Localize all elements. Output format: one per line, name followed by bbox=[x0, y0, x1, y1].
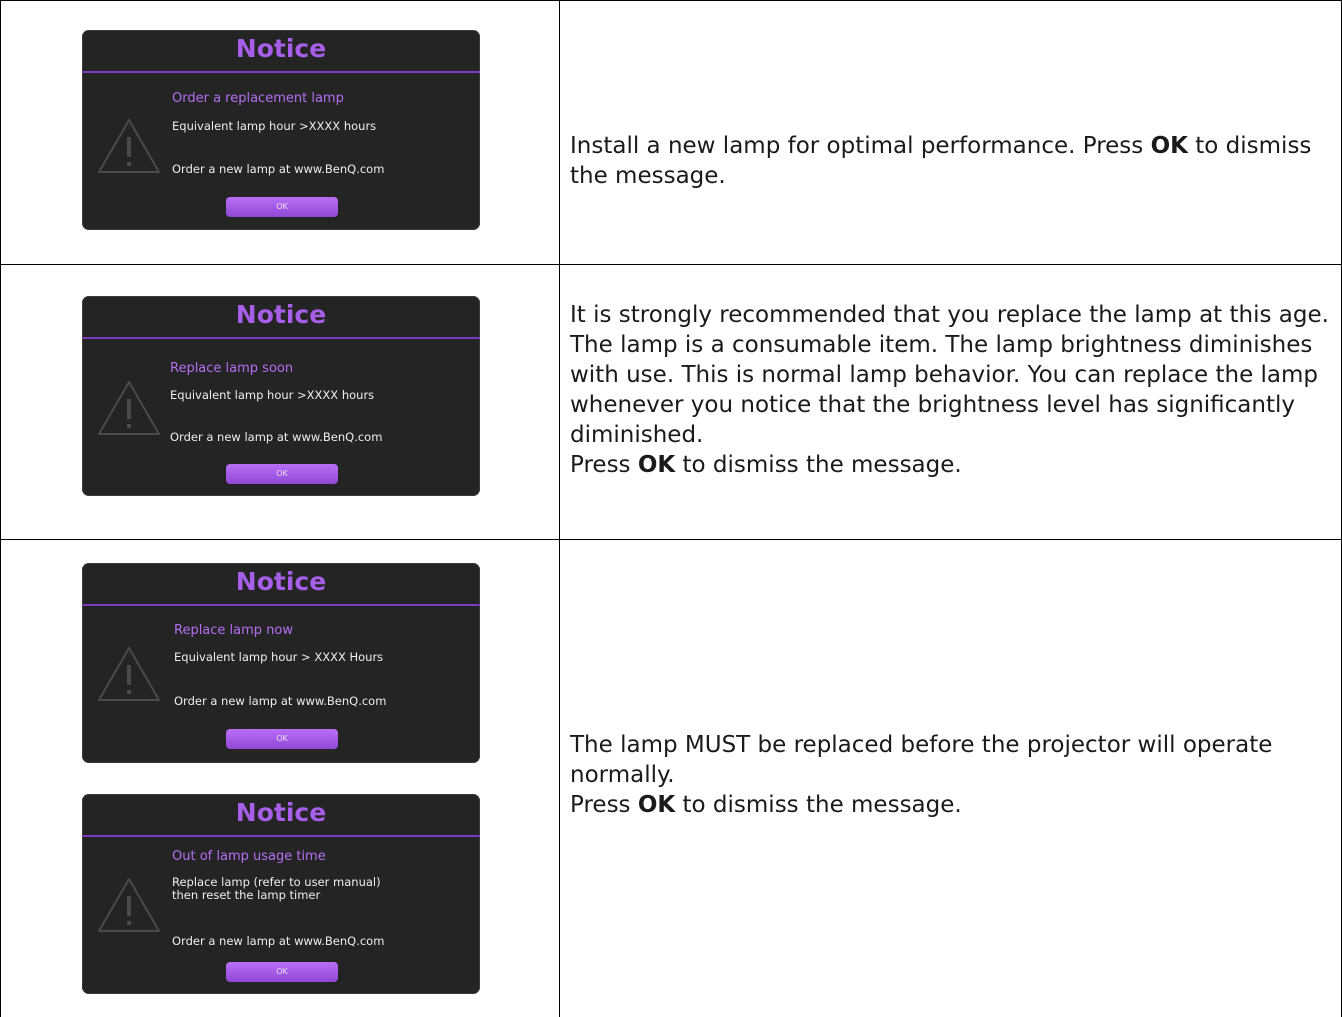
warning-icon bbox=[98, 381, 160, 435]
notice-lamp-hours: Equivalent lamp hour >XXXX hours bbox=[172, 119, 377, 133]
ok-button[interactable]: OK bbox=[226, 197, 338, 217]
notice-subtitle: Order a replacement lamp bbox=[172, 91, 344, 106]
description-text: Press bbox=[570, 792, 638, 818]
notice-divider bbox=[82, 337, 480, 339]
notice-order-text: Order a new lamp at www.BenQ.com bbox=[172, 934, 385, 948]
warning-icon bbox=[98, 119, 160, 173]
notice-divider bbox=[82, 71, 480, 73]
notice-dialog-out-of-lamp-time: Notice Out of lamp usage time Replace la… bbox=[82, 794, 480, 994]
notice-divider bbox=[82, 835, 480, 837]
description-text: to dismiss the message. bbox=[675, 792, 962, 818]
notice-subtitle: Replace lamp now bbox=[174, 623, 294, 638]
notice-lamp-hours: Equivalent lamp hour >XXXX hours bbox=[170, 388, 375, 402]
notice-dialog-replace-soon: Notice Replace lamp soon Equivalent lamp… bbox=[82, 296, 480, 496]
description-row-3: The lamp MUST be replaced before the pro… bbox=[570, 730, 1335, 820]
ok-key-label: OK bbox=[637, 792, 676, 818]
notice-order-text: Order a new lamp at www.BenQ.com bbox=[172, 162, 385, 176]
table-row-divider bbox=[0, 264, 1342, 265]
dismiss-instruction: Press OK to dismiss the message. bbox=[570, 450, 1330, 480]
notice-order-text: Order a new lamp at www.BenQ.com bbox=[174, 694, 387, 708]
table-border-top bbox=[0, 0, 1342, 1]
warning-icon bbox=[98, 878, 160, 932]
ok-key-label: OK bbox=[1150, 133, 1188, 159]
notice-title: Notice bbox=[235, 34, 327, 63]
description-text: It is strongly recommended that you repl… bbox=[570, 302, 1329, 448]
notice-title: Notice bbox=[235, 567, 327, 596]
description-row-2: It is strongly recommended that you repl… bbox=[570, 300, 1330, 480]
description-text: Install a new lamp for optimal performan… bbox=[570, 133, 1151, 159]
description-row-1: Install a new lamp for optimal performan… bbox=[570, 131, 1335, 191]
notice-lamp-hours: Equivalent lamp hour > XXXX Hours bbox=[174, 650, 384, 664]
table-row-divider bbox=[0, 539, 1342, 540]
notice-divider bbox=[82, 604, 480, 606]
dismiss-instruction: Press OK to dismiss the message. bbox=[570, 790, 1335, 820]
notice-subtitle: Replace lamp soon bbox=[170, 361, 294, 376]
notice-dialog-order-replacement: Notice Order a replacement lamp Equivale… bbox=[82, 30, 480, 230]
notice-title: Notice bbox=[235, 798, 327, 827]
notice-dialog-replace-now: Notice Replace lamp now Equivalent lamp … bbox=[82, 563, 480, 763]
table-column-divider bbox=[559, 0, 560, 1017]
notice-instruction-line: then reset the lamp timer bbox=[172, 888, 321, 902]
ok-button[interactable]: OK bbox=[226, 729, 338, 749]
ok-button[interactable]: OK bbox=[226, 962, 338, 982]
ok-key-label: OK bbox=[637, 452, 676, 478]
description-text: Press bbox=[570, 452, 638, 478]
warning-icon bbox=[98, 647, 160, 701]
ok-button[interactable]: OK bbox=[226, 464, 338, 484]
notice-title: Notice bbox=[235, 300, 327, 329]
notice-order-text: Order a new lamp at www.BenQ.com bbox=[170, 430, 383, 444]
table-border-left bbox=[0, 0, 1, 1017]
description-text: The lamp MUST be replaced before the pro… bbox=[570, 732, 1273, 788]
notice-subtitle: Out of lamp usage time bbox=[172, 849, 326, 864]
lamp-message-table: Notice Order a replacement lamp Equivale… bbox=[0, 0, 1342, 1017]
description-text: to dismiss the message. bbox=[675, 452, 962, 478]
